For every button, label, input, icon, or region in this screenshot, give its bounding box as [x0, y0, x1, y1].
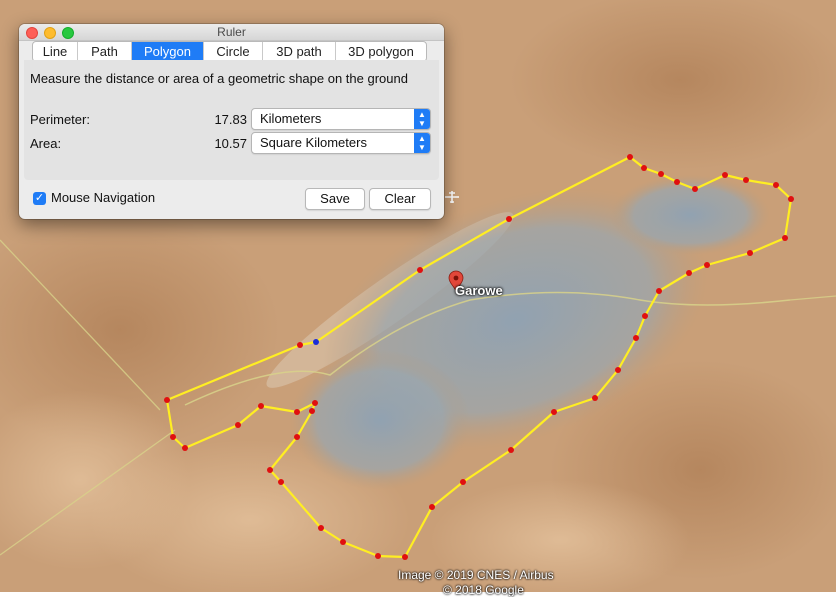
polygon-vertex[interactable]: [258, 403, 264, 409]
polygon-vertex[interactable]: [674, 179, 680, 185]
polygon-vertex[interactable]: [267, 467, 273, 473]
polygon-vertex[interactable]: [704, 262, 710, 268]
tab-line[interactable]: Line: [33, 42, 78, 61]
mouse-navigation-checkbox[interactable]: ✓: [33, 192, 46, 205]
polygon-vertex[interactable]: [788, 196, 794, 202]
polygon-vertex[interactable]: [340, 539, 346, 545]
polygon-vertex[interactable]: [170, 434, 176, 440]
measurement-panel: Measure the distance or area of a geomet…: [24, 60, 439, 180]
polygon-vertex[interactable]: [429, 504, 435, 510]
polygon-vertex[interactable]: [182, 445, 188, 451]
tab-circle[interactable]: Circle: [204, 42, 263, 61]
polygon-vertex[interactable]: [656, 288, 662, 294]
town-area: [290, 350, 470, 490]
place-label-garowe[interactable]: Garowe: [455, 283, 503, 298]
perimeter-value: 17.83: [214, 112, 247, 127]
tab-path[interactable]: Path: [78, 42, 132, 61]
window-titlebar[interactable]: Ruler: [19, 24, 444, 41]
polygon-vertex[interactable]: [506, 216, 512, 222]
polygon-vertex[interactable]: [658, 171, 664, 177]
polygon-vertex[interactable]: [743, 177, 749, 183]
mouse-navigation-label[interactable]: Mouse Navigation: [51, 190, 155, 205]
polygon-vertex[interactable]: [375, 553, 381, 559]
tab-polygon[interactable]: Polygon: [132, 42, 204, 61]
perimeter-unit-value: Kilometers: [260, 111, 322, 126]
polygon-vertex[interactable]: [722, 172, 728, 178]
measurement-mode-tabs: Line Path Polygon Circle 3D path 3D poly…: [32, 41, 427, 62]
polygon-vertex[interactable]: [641, 165, 647, 171]
polygon-vertex[interactable]: [402, 554, 408, 560]
tab-3d-polygon[interactable]: 3D polygon: [336, 42, 426, 61]
area-unit-value: Square Kilometers: [260, 135, 367, 150]
polygon-vertex[interactable]: [294, 409, 300, 415]
polygon-vertex[interactable]: [313, 339, 319, 345]
polygon-vertex[interactable]: [318, 525, 324, 531]
polygon-vertex[interactable]: [417, 267, 423, 273]
window-title: Ruler: [217, 25, 246, 39]
polygon-vertex[interactable]: [692, 186, 698, 192]
polygon-vertex[interactable]: [278, 479, 284, 485]
polygon-vertex[interactable]: [294, 434, 300, 440]
chevron-updown-icon: ▲ ▼: [414, 133, 430, 153]
ruler-window: Ruler Line Path Polygon Circle 3D path 3…: [19, 24, 444, 219]
area-label: Area:: [30, 136, 62, 151]
imagery-credit: Image © 2019 CNES / Airbus: [398, 568, 554, 582]
polygon-vertex[interactable]: [773, 182, 779, 188]
save-button[interactable]: Save: [305, 188, 365, 210]
polygon-vertex[interactable]: [309, 408, 315, 414]
google-credit: © 2018 Google: [443, 583, 524, 597]
polygon-vertex[interactable]: [642, 313, 648, 319]
polygon-vertex[interactable]: [592, 395, 598, 401]
polygon-vertex[interactable]: [633, 335, 639, 341]
polygon-vertex[interactable]: [508, 447, 514, 453]
polygon-vertex[interactable]: [460, 479, 466, 485]
polygon-vertex[interactable]: [312, 400, 318, 406]
polygon-vertex[interactable]: [686, 270, 692, 276]
polygon-vertex[interactable]: [747, 250, 753, 256]
polygon-vertex[interactable]: [615, 367, 621, 373]
area-value: 10.57: [214, 136, 247, 151]
instructions-text: Measure the distance or area of a geomet…: [30, 71, 408, 86]
perimeter-label: Perimeter:: [30, 112, 90, 127]
polygon-vertex[interactable]: [297, 342, 303, 348]
polygon-vertex[interactable]: [782, 235, 788, 241]
perimeter-unit-select[interactable]: Kilometers ▲ ▼: [251, 108, 431, 130]
area-unit-select[interactable]: Square Kilometers ▲ ▼: [251, 132, 431, 154]
tab-3d-path[interactable]: 3D path: [263, 42, 336, 61]
polygon-vertex[interactable]: [627, 154, 633, 160]
chevron-updown-icon: ▲ ▼: [414, 109, 430, 129]
polygon-vertex[interactable]: [235, 422, 241, 428]
polygon-vertex[interactable]: [164, 397, 170, 403]
polygon-vertex[interactable]: [551, 409, 557, 415]
clear-button[interactable]: Clear: [369, 188, 431, 210]
